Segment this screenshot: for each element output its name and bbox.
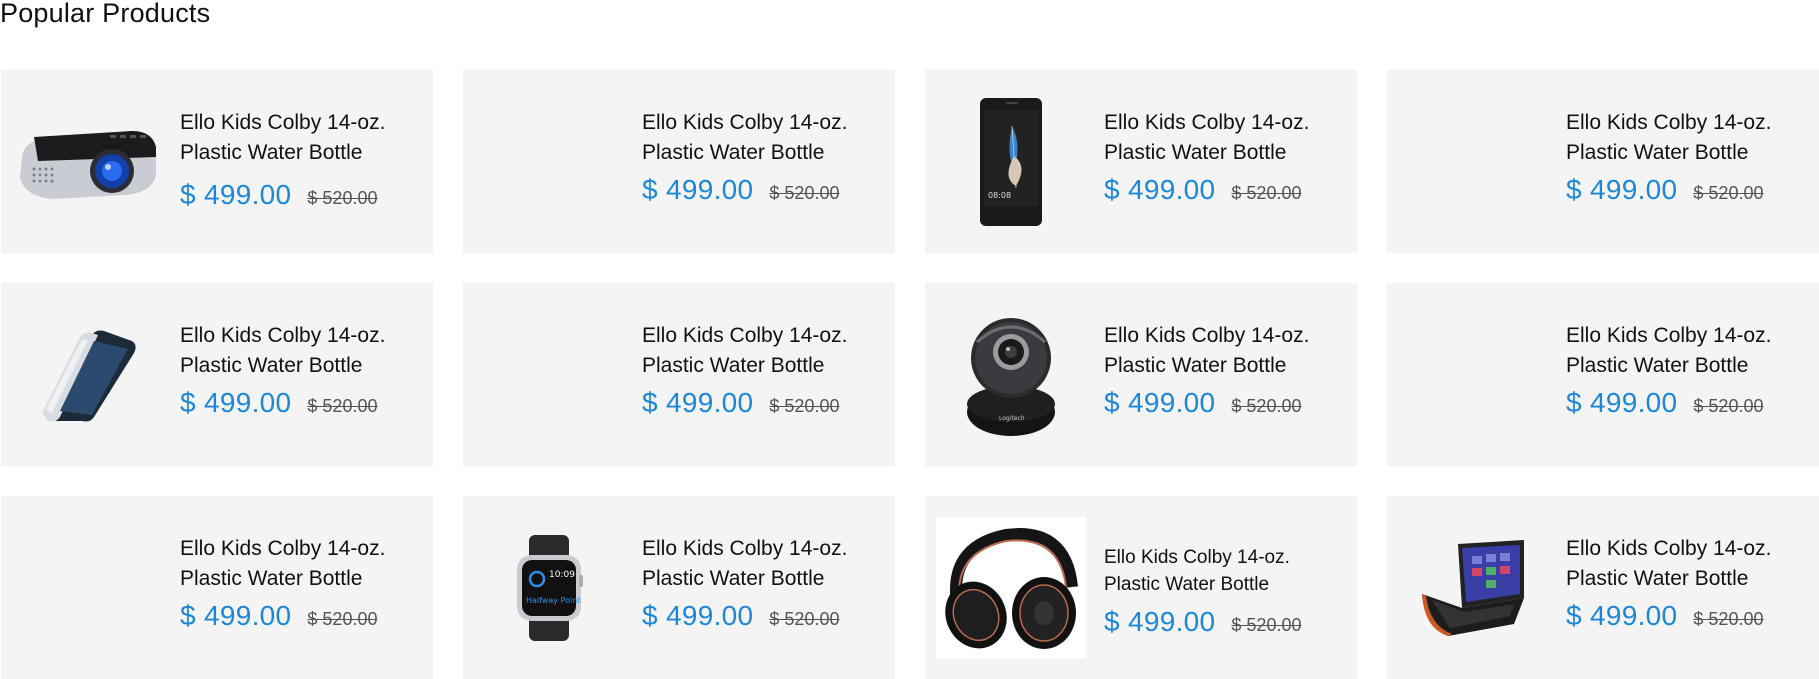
product-old-price: $ 520.00 [307,396,378,416]
product-title[interactable]: Ello Kids Colby 14-oz. Plastic Water Bott… [180,108,420,168]
svg-text:Logitech: Logitech [999,415,1025,422]
laptop-icon [1422,539,1524,636]
product-info: Ello Kids Colby 14-oz. Plastic Water Bott… [642,321,882,419]
watch-time: 10:09 [549,570,575,580]
product-info: Ello Kids Colby 14-oz. Plastic Water Bott… [642,534,882,632]
product-price: $ 499.00 [180,179,292,210]
product-info: Ello Kids Colby 14-oz. Plastic Water Bott… [1566,108,1806,206]
product-old-price: $ 520.00 [1231,183,1302,203]
product-price: $ 499.00 [1104,387,1216,418]
product-image[interactable] [1398,517,1548,658]
product-prices: $ 499.00 $ 520.00 [180,387,420,419]
product-price: $ 499.00 [1104,174,1216,205]
product-image[interactable] [936,517,1086,658]
product-info: Ello Kids Colby 14-oz. Plastic Water Bott… [1104,544,1344,638]
product-title[interactable]: Ello Kids Colby 14-oz. Plastic Water Bott… [1104,321,1344,381]
product-grid: Ello Kids Colby 14-oz. Plastic Water Bott… [1,70,1819,679]
product-info: Ello Kids Colby 14-oz. Plastic Water Bott… [1566,534,1806,632]
product-info: Ello Kids Colby 14-oz. Plastic Water Bott… [1104,321,1344,419]
product-title[interactable]: Ello Kids Colby 14-oz. Plastic Water Bott… [180,534,420,594]
watch-text: Halfway Point [526,596,580,605]
product-old-price: $ 520.00 [1231,396,1302,416]
product-card[interactable]: Ello Kids Colby 14-oz. Plastic Water Bott… [1,283,433,466]
product-prices: $ 499.00 $ 520.00 [642,174,882,206]
product-price: $ 499.00 [642,387,754,418]
product-price: $ 499.00 [1104,606,1216,637]
product-image[interactable] [1398,304,1548,445]
product-price: $ 499.00 [180,387,292,418]
product-old-price: $ 520.00 [769,183,840,203]
product-prices: $ 499.00 $ 520.00 [1566,600,1806,632]
product-title[interactable]: Ello Kids Colby 14-oz. Plastic Water Bott… [642,108,882,168]
product-image[interactable]: Logitech [936,304,1086,445]
product-card[interactable]: Ello Kids Colby 14-oz. Plastic Water Bott… [1387,70,1819,253]
product-prices: $ 499.00 $ 520.00 [1566,174,1806,206]
product-prices: $ 499.00 $ 520.00 [1566,387,1806,419]
product-info: Ello Kids Colby 14-oz. Plastic Water Bott… [1566,321,1806,419]
product-price: $ 499.00 [1566,387,1678,418]
product-prices: $ 499.00 $ 520.00 [1104,606,1344,638]
product-card[interactable]: Ello Kids Colby 14-oz. Plastic Water Bott… [1387,496,1819,679]
section-title: Popular Products [0,0,211,28]
product-old-price: $ 520.00 [307,609,378,629]
product-card[interactable]: Ello Kids Colby 14-oz. Plastic Water Bott… [1,496,433,679]
smartwatch-icon: 10:09 Halfway Point [517,534,583,641]
product-image[interactable] [1398,91,1548,232]
product-prices: $ 499.00 $ 520.00 [1104,387,1344,419]
product-card[interactable]: Ello Kids Colby 14-oz. Plastic Water Bott… [1,70,433,253]
product-image[interactable] [474,304,624,445]
projector-icon [20,130,156,199]
product-prices: $ 499.00 $ 520.00 [180,179,420,211]
product-old-price: $ 520.00 [769,396,840,416]
product-title[interactable]: Ello Kids Colby 14-oz. Plastic Water Bott… [1566,108,1806,168]
product-old-price: $ 520.00 [1693,609,1764,629]
product-price: $ 499.00 [1566,600,1678,631]
product-card[interactable]: Logitech Ello Kids Colby 14-oz. Plastic W… [925,283,1357,466]
product-prices: $ 499.00 $ 520.00 [642,600,882,632]
product-title[interactable]: Ello Kids Colby 14-oz. Plastic Water Bott… [1104,544,1344,598]
product-title[interactable]: Ello Kids Colby 14-oz. Plastic Water Bott… [1566,534,1806,594]
product-title[interactable]: Ello Kids Colby 14-oz. Plastic Water Bott… [180,321,420,381]
product-image[interactable] [12,517,162,658]
product-price: $ 499.00 [180,600,292,631]
product-card[interactable]: Ello Kids Colby 14-oz. Plastic Water Bott… [463,70,895,253]
product-card[interactable]: 10:09 Halfway Point Ello Kids Colby 14-o… [463,496,895,679]
product-image[interactable] [12,304,162,445]
webcam-icon: Logitech [967,317,1055,436]
product-card[interactable]: Ello Kids Colby 14-oz. Plastic Water Bott… [925,496,1357,679]
product-info: Ello Kids Colby 14-oz. Plastic Water Bott… [180,108,420,211]
product-image[interactable]: 08:08 [936,91,1086,232]
product-prices: $ 499.00 $ 520.00 [180,600,420,632]
product-image[interactable] [12,91,162,232]
headphones-icon [945,528,1078,649]
product-old-price: $ 520.00 [1231,615,1302,635]
product-prices: $ 499.00 $ 520.00 [642,387,882,419]
product-image[interactable] [474,91,624,232]
smartphone-icon: 08:08 [980,97,1042,226]
product-card[interactable]: Ello Kids Colby 14-oz. Plastic Water Bott… [463,283,895,466]
product-price: $ 499.00 [642,174,754,205]
product-info: Ello Kids Colby 14-oz. Plastic Water Bott… [1104,108,1344,206]
product-card[interactable]: 08:08 Ello Kids Colby 14-oz. Plastic Wate… [925,70,1357,253]
product-prices: $ 499.00 $ 520.00 [1104,174,1344,206]
product-title[interactable]: Ello Kids Colby 14-oz. Plastic Water Bott… [1566,321,1806,381]
product-price: $ 499.00 [642,600,754,631]
product-title[interactable]: Ello Kids Colby 14-oz. Plastic Water Bott… [642,534,882,594]
product-info: Ello Kids Colby 14-oz. Plastic Water Bott… [642,108,882,206]
product-card[interactable]: Ello Kids Colby 14-oz. Plastic Water Bott… [1387,283,1819,466]
product-old-price: $ 520.00 [769,609,840,629]
product-old-price: $ 520.00 [1693,183,1764,203]
product-info: Ello Kids Colby 14-oz. Plastic Water Bott… [180,321,420,419]
product-price: $ 499.00 [1566,174,1678,205]
product-title[interactable]: Ello Kids Colby 14-oz. Plastic Water Bott… [1104,108,1344,168]
product-info: Ello Kids Colby 14-oz. Plastic Water Bott… [180,534,420,632]
product-old-price: $ 520.00 [1693,396,1764,416]
product-image[interactable]: 10:09 Halfway Point [474,517,624,658]
svg-text:08:08: 08:08 [988,191,1011,200]
galaxy-phone-icon [42,330,136,421]
product-old-price: $ 520.00 [307,188,378,208]
product-title[interactable]: Ello Kids Colby 14-oz. Plastic Water Bott… [642,321,882,381]
